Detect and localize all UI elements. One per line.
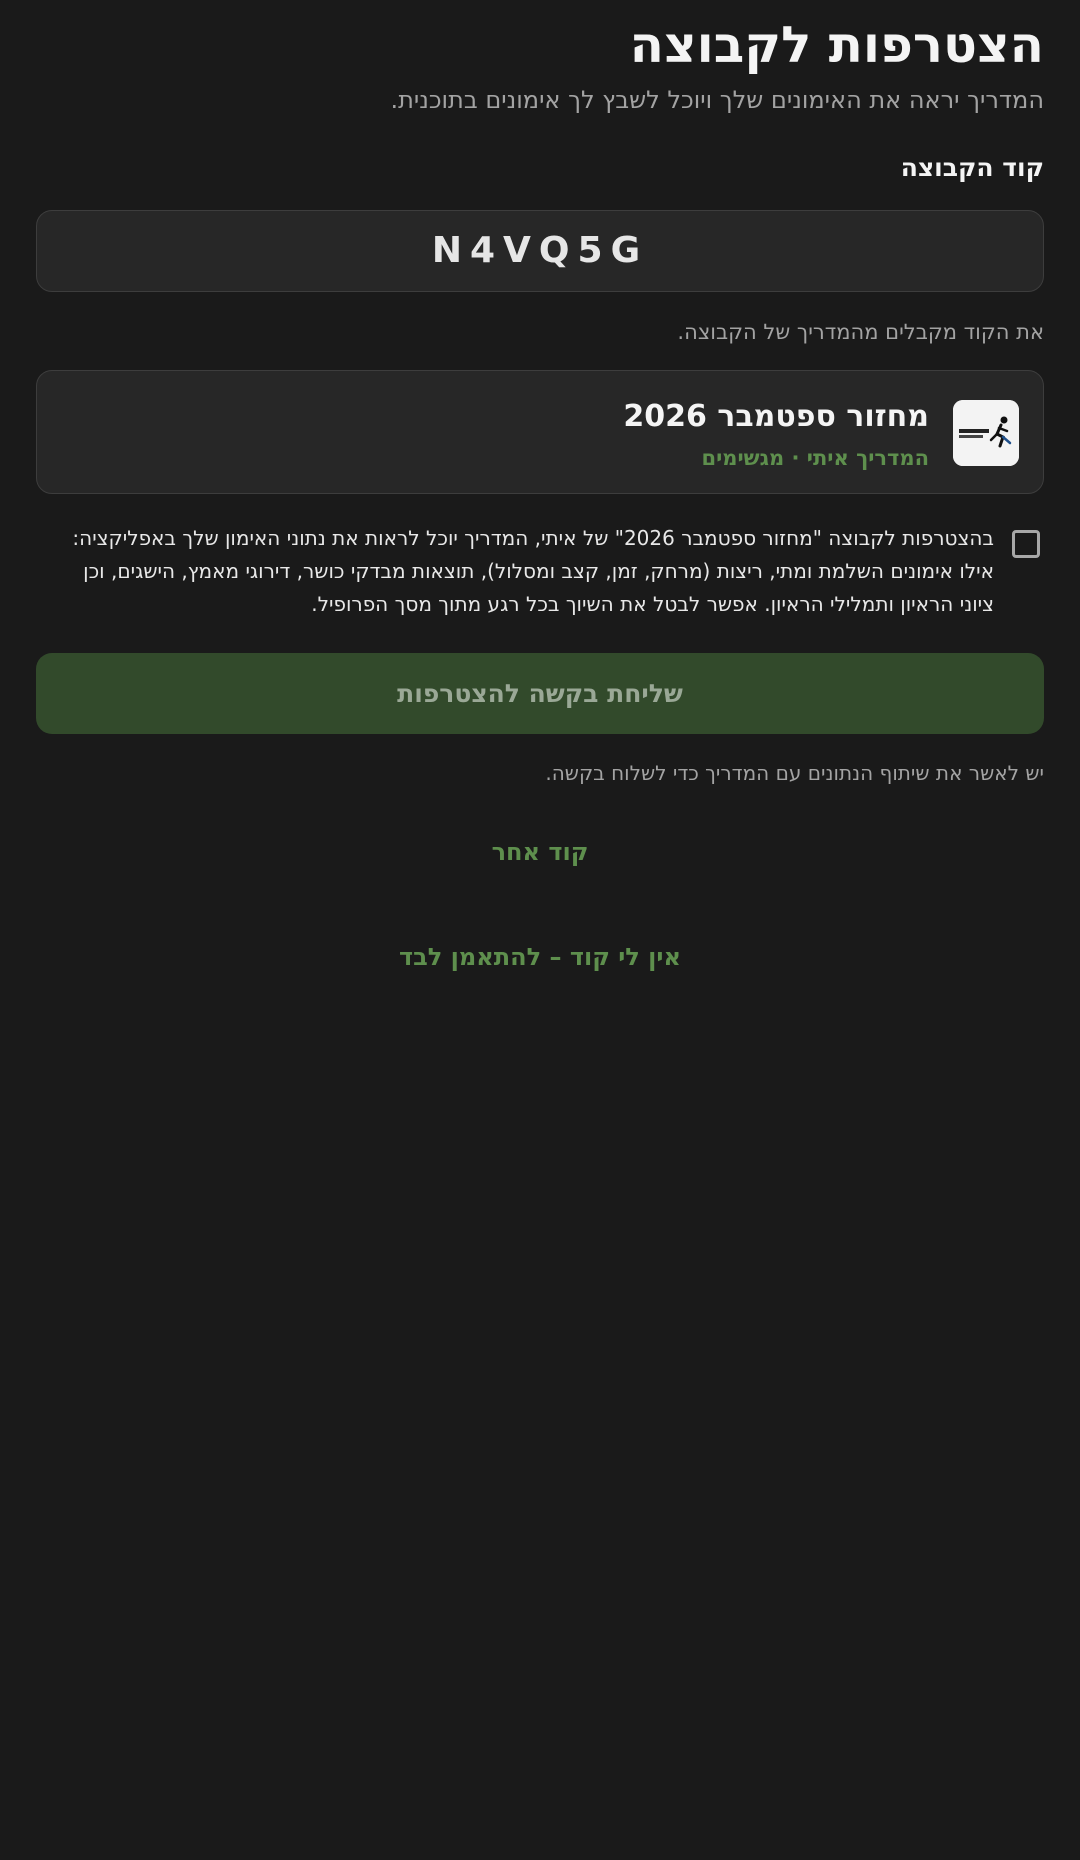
consent-row: בהצטרפות לקבוצה "מחזור ספטמבר 2026" של א… [36, 522, 1044, 622]
runner-icon [953, 400, 1019, 466]
consent-checkbox[interactable] [1012, 530, 1040, 558]
group-logo [953, 400, 1019, 466]
page-subtitle: המדריך יראה את האימונים שלך ויוכל לשבץ ל… [390, 86, 1044, 114]
group-code-input[interactable]: N4VQ5G [36, 210, 1044, 292]
submit-join-request-button[interactable]: שליחת בקשה להצטרפות [36, 653, 1044, 734]
other-code-link[interactable]: קוד אחר [36, 832, 1044, 872]
submit-hint: יש לאשר את שיתוף הנתונים עם המדריך כדי ל… [545, 761, 1044, 785]
group-coach-line: המדריך איתי · מגשימים [701, 446, 929, 470]
group-code-hint: את הקוד מקבלים מהמדריך של הקבוצה. [677, 320, 1044, 344]
group-code-label: קוד הקבוצה [900, 153, 1044, 182]
group-card: מחזור ספטמבר 2026 המדריך איתי · מגשימים [36, 370, 1044, 494]
consent-text: בהצטרפות לקבוצה "מחזור ספטמבר 2026" של א… [72, 526, 994, 616]
group-name: מחזור ספטמבר 2026 [623, 399, 929, 434]
train-alone-link[interactable]: אין לי קוד – להתאמן לבד [36, 937, 1044, 977]
page-title: הצטרפות לקבוצה [629, 16, 1044, 74]
